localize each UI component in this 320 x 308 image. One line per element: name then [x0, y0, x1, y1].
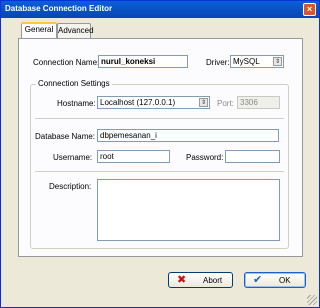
hostname-select[interactable]: Localhost (127.0.0.1) ⇕ [97, 96, 210, 109]
combo-arrow-icon: ⇕ [199, 98, 208, 107]
combo-arrow-icon: ⇕ [273, 57, 282, 66]
database-name-label: Database Name: [35, 132, 96, 141]
abort-icon: ✖ [177, 274, 187, 286]
tab-general[interactable]: General [21, 22, 57, 38]
username-label: Username: [53, 153, 93, 162]
password-field[interactable] [225, 150, 280, 163]
driver-value: MySQL [233, 57, 260, 66]
password-label: Password: [186, 153, 224, 162]
ok-button-label: OK [279, 276, 291, 285]
ok-button[interactable]: ✔ OK [244, 272, 306, 288]
abort-button[interactable]: ✖ Abort [168, 272, 233, 288]
database-name-field[interactable]: dbpemesanan_i [97, 129, 279, 142]
connection-settings-group: Connection Settings Hostname: Localhost … [30, 79, 289, 249]
window-title: Database Connection Editor [5, 4, 113, 13]
hostname-label: Hostname: [57, 99, 96, 108]
driver-select[interactable]: MySQL ⇕ [230, 55, 284, 68]
tab-advanced-label: Advanced [58, 26, 94, 35]
port-field[interactable]: 3306 [237, 96, 280, 109]
driver-label: Driver: [206, 58, 230, 67]
checkmark-icon: ✔ [253, 274, 263, 286]
port-label: Port: [217, 99, 234, 108]
divider [35, 171, 284, 172]
abort-button-label: Abort [203, 276, 223, 285]
description-label: Description: [49, 182, 92, 191]
title-bar[interactable]: Database Connection Editor × [1, 1, 319, 18]
tab-advanced[interactable]: Advanced [57, 23, 94, 38]
divider [35, 118, 284, 119]
hostname-value: Localhost (127.0.0.1) [100, 98, 176, 107]
username-field[interactable]: root [97, 150, 170, 163]
general-tab-panel: Connection Name: nurul_koneksi Driver: M… [18, 38, 303, 257]
connection-name-label: Connection Name: [33, 58, 100, 67]
resize-grip[interactable] [307, 295, 317, 305]
tab-general-label: General [24, 25, 54, 34]
connection-settings-title: Connection Settings [36, 79, 112, 88]
description-textarea[interactable] [97, 179, 280, 241]
database-connection-editor-window: Database Connection Editor × General Adv… [0, 0, 320, 308]
connection-name-field[interactable]: nurul_koneksi [98, 55, 188, 68]
close-icon[interactable]: × [303, 3, 316, 16]
